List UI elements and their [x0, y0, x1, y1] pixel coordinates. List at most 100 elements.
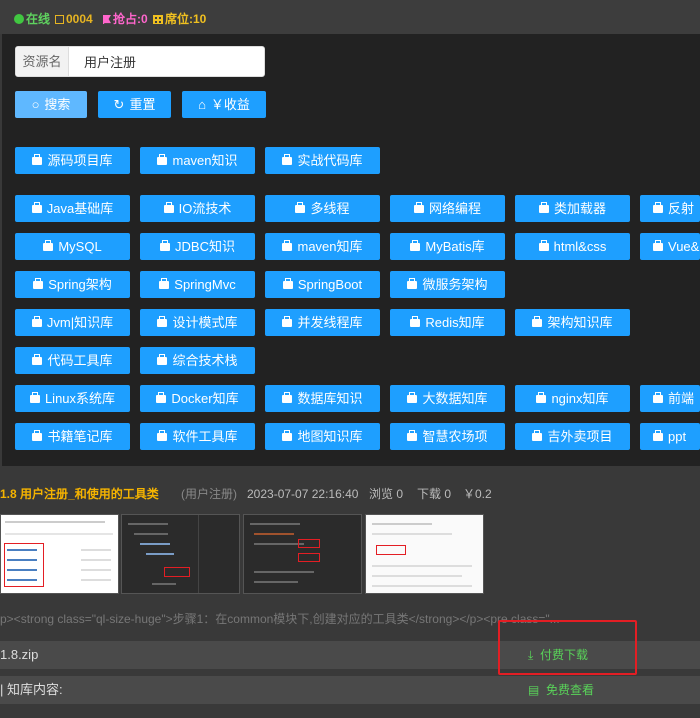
category-button[interactable]: Redis知库: [390, 309, 505, 336]
briefcase-icon: [407, 278, 418, 289]
knowledge-label: | 知库内容:: [0, 682, 63, 697]
briefcase-icon: [410, 240, 421, 251]
category-button[interactable]: 前端: [640, 385, 700, 412]
content-snippet: p><strong class="ql-size-huge">步骤1：在comm…: [0, 612, 560, 626]
category-button[interactable]: IO流技术: [140, 195, 255, 222]
edit-icon: [55, 15, 64, 24]
briefcase-icon: [532, 316, 543, 327]
briefcase-icon: [282, 430, 293, 441]
category-button[interactable]: 多线程: [265, 195, 380, 222]
category-button[interactable]: 反射: [640, 195, 700, 222]
briefcase-icon: [282, 316, 293, 327]
category-button[interactable]: 软件工具库: [140, 423, 255, 450]
briefcase-icon: [156, 392, 167, 403]
preview-thumbnail[interactable]: [365, 514, 484, 594]
refresh-icon: ↻: [113, 97, 125, 112]
briefcase-icon: [160, 240, 171, 251]
category-button[interactable]: JDBC知识: [140, 233, 255, 260]
category-button[interactable]: maven知识: [140, 147, 255, 174]
income-button[interactable]: ⌂ ￥收益: [182, 91, 266, 118]
result-date: 2023-07-07 22:16:40: [247, 487, 359, 501]
search-icon: ○: [31, 97, 40, 112]
result-downloads: 下载 0: [417, 487, 452, 501]
category-button[interactable]: Java基础库: [15, 195, 130, 222]
category-button[interactable]: 微服务架构: [390, 271, 505, 298]
flag-icon: [103, 15, 111, 24]
briefcase-icon: [157, 154, 168, 165]
category-button[interactable]: 代码工具库: [15, 347, 130, 374]
result-meta: 1.8 用户注册_和使用的工具类 (用户注册) 2023-07-07 22:16…: [0, 484, 700, 504]
count-status: 0004: [55, 12, 93, 26]
category-button[interactable]: 书籍笔记库: [15, 423, 130, 450]
free-view-link[interactable]: ▤ 免费查看: [528, 676, 594, 704]
category-button[interactable]: 并发线程库: [265, 309, 380, 336]
briefcase-icon: [538, 240, 549, 251]
category-button[interactable]: ppt: [640, 423, 700, 450]
briefcase-icon: [532, 430, 543, 441]
category-button[interactable]: Vue&: [640, 233, 700, 260]
search-field[interactable]: 资源名: [15, 46, 265, 77]
category-button[interactable]: 架构知识库: [515, 309, 630, 336]
category-button[interactable]: html&css: [515, 233, 630, 260]
search-input[interactable]: [70, 47, 264, 76]
category-button[interactable]: MyBatis库: [390, 233, 505, 260]
paid-download-link[interactable]: ⤓ 付费下载: [528, 641, 588, 669]
preview-thumbnail[interactable]: [121, 514, 240, 594]
briefcase-icon: [410, 316, 421, 327]
category-button[interactable]: 吉外卖项目: [515, 423, 630, 450]
category-button[interactable]: 数据库知识: [265, 385, 380, 412]
briefcase-icon: [413, 202, 424, 213]
briefcase-icon: [407, 392, 418, 403]
briefcase-icon: [538, 202, 549, 213]
result-views: 浏览 0: [369, 487, 404, 501]
briefcase-icon: [32, 430, 43, 441]
category-button[interactable]: 地图知识库: [265, 423, 380, 450]
briefcase-icon: [536, 392, 547, 403]
result-price: ￥0.2: [463, 487, 492, 501]
category-button[interactable]: 源码项目库: [15, 147, 130, 174]
document-icon: ▤: [528, 683, 540, 697]
category-button[interactable]: Jvm|知识库: [15, 309, 130, 336]
briefcase-icon: [295, 202, 306, 213]
online-dot-icon: [14, 14, 24, 24]
category-button[interactable]: 设计模式库: [140, 309, 255, 336]
briefcase-icon: [32, 354, 43, 365]
category-button[interactable]: SpringMvc: [140, 271, 255, 298]
file-row: 1.8.zip ⤓ 付费下载: [0, 641, 700, 669]
category-button[interactable]: SpringBoot: [265, 271, 380, 298]
briefcase-icon: [31, 202, 42, 213]
briefcase-icon: [282, 278, 293, 289]
search-button[interactable]: ○ 搜索: [15, 91, 87, 118]
grab-status: 抢占:0: [103, 12, 148, 26]
download-icon: ⤓: [528, 648, 534, 662]
category-button[interactable]: maven知库: [265, 233, 380, 260]
briefcase-icon: [407, 430, 418, 441]
category-button[interactable]: Linux系统库: [15, 385, 130, 412]
bag-icon: ⌂: [198, 97, 206, 112]
category-button[interactable]: MySQL: [15, 233, 130, 260]
briefcase-icon: [282, 392, 293, 403]
reset-button[interactable]: ↻ 重置: [98, 91, 171, 118]
category-button[interactable]: 智慧农场项: [390, 423, 505, 450]
result-category: (用户注册): [181, 487, 237, 501]
briefcase-icon: [653, 202, 663, 213]
preview-thumbnail[interactable]: [243, 514, 362, 594]
category-button[interactable]: Docker知库: [140, 385, 255, 412]
briefcase-icon: [282, 154, 293, 165]
category-button[interactable]: 实战代码库: [265, 147, 380, 174]
result-title[interactable]: 1.8 用户注册_和使用的工具类: [0, 484, 159, 504]
online-status: 在线: [14, 12, 50, 26]
category-button[interactable]: 类加载器: [515, 195, 630, 222]
category-button[interactable]: 大数据知库: [390, 385, 505, 412]
preview-thumbnail[interactable]: [0, 514, 119, 594]
category-button[interactable]: 网络编程: [390, 195, 505, 222]
briefcase-icon: [31, 316, 42, 327]
category-button[interactable]: 综合技术栈: [140, 347, 255, 374]
category-button[interactable]: Spring架构: [15, 271, 130, 298]
briefcase-icon: [29, 392, 40, 403]
briefcase-icon: [163, 202, 174, 213]
briefcase-icon: [653, 240, 663, 251]
briefcase-icon: [43, 240, 54, 251]
status-bar: 在线 0004 抢占:0 席位:10: [0, 0, 700, 34]
category-button[interactable]: nginx知库: [515, 385, 630, 412]
